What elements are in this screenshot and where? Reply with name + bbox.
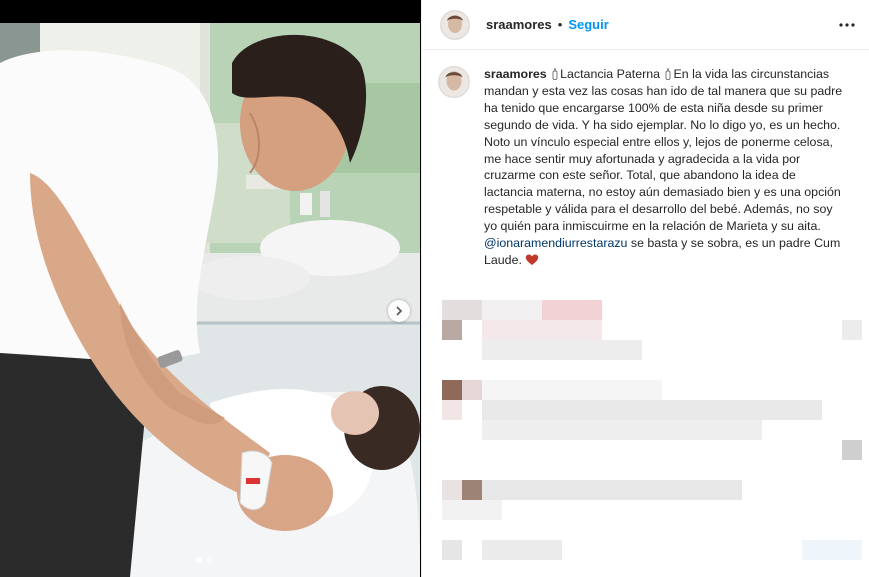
avatar-image bbox=[441, 10, 469, 39]
carousel-dot-1[interactable] bbox=[196, 557, 202, 563]
redacted-block bbox=[442, 480, 462, 500]
redacted-block bbox=[482, 480, 742, 500]
redacted-block bbox=[442, 380, 462, 400]
redacted-block bbox=[442, 500, 502, 520]
redacted-block bbox=[442, 540, 462, 560]
redacted-block bbox=[462, 480, 482, 500]
redacted-block bbox=[842, 320, 862, 340]
post-photo[interactable] bbox=[0, 23, 420, 577]
comments-redacted bbox=[422, 290, 869, 577]
carousel-next-button[interactable] bbox=[388, 300, 410, 322]
post-sidebar: sraamores • Seguir sraamores Lactancia P… bbox=[421, 0, 869, 577]
avatar[interactable] bbox=[440, 9, 470, 40]
baby-bottle-icon bbox=[666, 68, 671, 80]
chevron-right-icon bbox=[396, 306, 403, 316]
redacted-block bbox=[442, 320, 462, 340]
avatar-image bbox=[439, 67, 469, 97]
baby-bottle-icon bbox=[552, 68, 558, 80]
redacted-block bbox=[842, 440, 862, 460]
redacted-block bbox=[482, 300, 542, 320]
post-header: sraamores • Seguir bbox=[422, 0, 869, 50]
caption-part2: En la vida las circunstancias mandan y e… bbox=[484, 67, 843, 234]
carousel-dot-2[interactable] bbox=[206, 557, 212, 563]
redacted-block bbox=[482, 380, 662, 400]
red-heart-icon bbox=[525, 254, 539, 265]
header-username[interactable]: sraamores bbox=[486, 17, 552, 32]
caption-part1: Lactancia Paterna bbox=[560, 67, 661, 81]
redacted-block bbox=[442, 300, 482, 320]
caption-username[interactable]: sraamores bbox=[484, 67, 547, 81]
caption-text: sraamores Lactancia Paterna En la vida l… bbox=[484, 66, 844, 269]
redacted-block bbox=[482, 540, 562, 560]
redacted-block bbox=[482, 400, 822, 420]
post-caption: sraamores Lactancia Paterna En la vida l… bbox=[422, 50, 869, 269]
header-separator: • bbox=[557, 17, 563, 32]
redacted-block bbox=[462, 380, 482, 400]
redacted-block bbox=[442, 400, 462, 420]
redacted-block bbox=[542, 300, 602, 320]
caption-avatar[interactable] bbox=[438, 66, 470, 98]
more-options-icon bbox=[839, 23, 855, 27]
post-photo-illustration bbox=[0, 23, 420, 577]
redacted-block bbox=[482, 340, 642, 360]
caption-mention[interactable]: @ionaramendiurrestarazu bbox=[484, 236, 627, 250]
redacted-block bbox=[482, 420, 762, 440]
follow-button[interactable]: Seguir bbox=[568, 17, 608, 32]
carousel-dots bbox=[196, 557, 212, 563]
more-options-button[interactable] bbox=[838, 16, 856, 34]
redacted-block bbox=[802, 540, 862, 560]
redacted-block bbox=[482, 320, 602, 340]
